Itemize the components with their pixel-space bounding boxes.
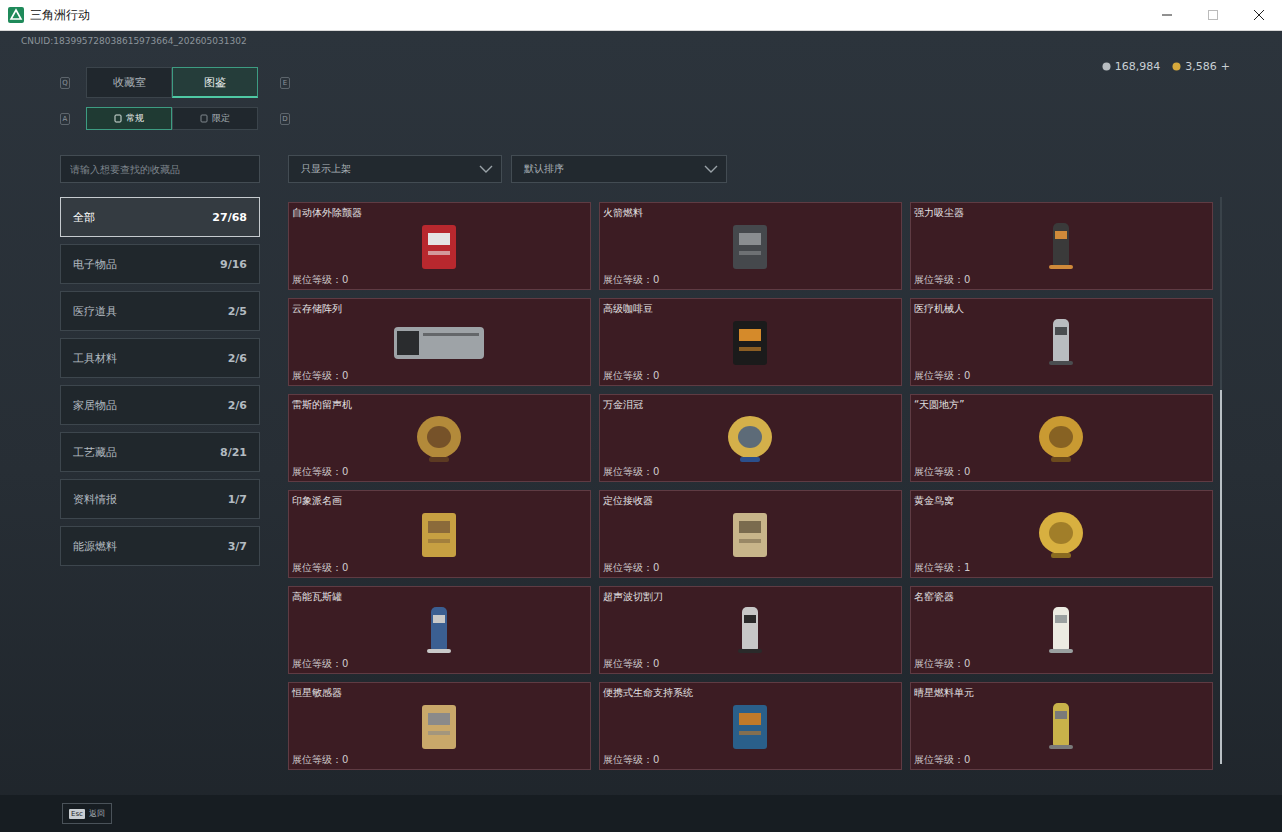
item-icon [1011, 315, 1111, 369]
game-screen: CNUID:183995728038615973664_202605031302… [0, 31, 1282, 832]
sidebar-item[interactable]: 工具材料2/6 [60, 338, 260, 378]
item-icon [700, 699, 800, 753]
collection-card[interactable]: “天圆地方”展位等级：0 [910, 394, 1213, 482]
collection-card[interactable]: 雷斯的留声机展位等级：0 [288, 394, 591, 482]
sub-tab[interactable]: 常规 [86, 107, 172, 130]
item-icon [389, 603, 489, 657]
close-button[interactable] [1236, 0, 1282, 30]
item-icon [700, 411, 800, 465]
filter-dropdown[interactable]: 只显示上架 [288, 155, 502, 183]
currency: 168,984 [1102, 60, 1161, 73]
item-icon [1011, 603, 1111, 657]
collection-card[interactable]: 高级咖啡豆展位等级：0 [599, 298, 902, 386]
footer: Esc返回 [0, 795, 1282, 832]
item-icon [389, 411, 489, 465]
sub-tabs: A 常规限定 D [60, 107, 290, 130]
sidebar-item[interactable]: 全部27/68 [60, 197, 260, 237]
gold-coin-icon [1172, 62, 1181, 71]
collection-card[interactable]: 云存储阵列展位等级：0 [288, 298, 591, 386]
tab[interactable]: 收藏室 [86, 67, 172, 98]
item-icon [389, 699, 489, 753]
collection-card[interactable]: 万金泪冠展位等级：0 [599, 394, 902, 482]
sub-tab[interactable]: 限定 [172, 107, 258, 130]
item-icon [1011, 507, 1111, 561]
collection-card[interactable]: 超声波切割刀展位等级：0 [599, 586, 902, 674]
collection-card[interactable]: 晴星燃料单元展位等级：0 [910, 682, 1213, 770]
key-hint: E [280, 77, 290, 89]
collection-card[interactable]: 火箭燃料展位等级：0 [599, 202, 902, 290]
search-input[interactable] [60, 155, 260, 183]
nav-block: Q 收藏室图鉴 E A 常规限定 D [60, 67, 290, 130]
tab[interactable]: 图鉴 [172, 67, 258, 98]
sidebar-item[interactable]: 电子物品9/16 [60, 244, 260, 284]
scrollbar-thumb[interactable] [1220, 390, 1222, 764]
collection-card[interactable]: 定位接收器展位等级：0 [599, 490, 902, 578]
item-icon [700, 315, 800, 369]
collection-card[interactable]: 名窑瓷器展位等级：0 [910, 586, 1213, 674]
item-icon [389, 507, 489, 561]
sidebar-item[interactable]: 资料情报1/7 [60, 479, 260, 519]
item-icon [700, 603, 800, 657]
filter-row: 只显示上架默认排序 [288, 155, 1213, 183]
account-uid: CNUID:183995728038615973664_202605031302 [0, 31, 1282, 50]
chevron-down-icon [704, 164, 718, 174]
main-row: 全部27/68 电子物品9/16 医疗道具2/5 工具材料2/6 家居物品2/6 工艺藏品… [0, 155, 1282, 770]
key-hint: A [60, 113, 70, 125]
sidebar-item[interactable]: 医疗道具2/5 [60, 291, 260, 331]
collection-card[interactable]: 印象派名画展位等级：0 [288, 490, 591, 578]
chevron-down-icon [479, 164, 493, 174]
collection-card[interactable]: 便携式生命支持系统展位等级：0 [599, 682, 902, 770]
collection-card[interactable]: 高能瓦斯罐展位等级：0 [288, 586, 591, 674]
game-logo-icon [8, 7, 24, 23]
flag-icon [200, 114, 208, 123]
close-icon [1254, 10, 1264, 20]
title-bar: 三角洲行动 [0, 0, 1282, 31]
item-icon [700, 507, 800, 561]
sidebar: 全部27/68 电子物品9/16 医疗道具2/5 工具材料2/6 家居物品2/6 工艺藏品… [60, 155, 260, 566]
item-icon [1011, 699, 1111, 753]
currency-bar: 168,984 3,586+ [1102, 60, 1230, 73]
collection-card[interactable]: 医疗机械人展位等级：0 [910, 298, 1213, 386]
collection-card[interactable]: 黄金鸟窝展位等级：1 [910, 490, 1213, 578]
silver-coin-icon [1102, 62, 1111, 71]
window-title: 三角洲行动 [30, 7, 1144, 24]
collection-card[interactable]: 自动体外除颤器展位等级：0 [288, 202, 591, 290]
hand-icon [114, 114, 122, 123]
collection-card[interactable]: 强力吸尘器展位等级：0 [910, 202, 1213, 290]
item-icon [389, 219, 489, 273]
item-icon [1011, 219, 1111, 273]
maximize-icon [1208, 10, 1218, 20]
key-hint: D [280, 113, 290, 125]
minimize-icon [1162, 10, 1172, 20]
item-icon [1011, 411, 1111, 465]
minimize-button[interactable] [1144, 0, 1190, 30]
collection-card[interactable]: 恒星敏感器展位等级：0 [288, 682, 591, 770]
sidebar-item[interactable]: 能源燃料3/7 [60, 526, 260, 566]
maximize-button[interactable] [1190, 0, 1236, 30]
key-hint: Q [60, 77, 70, 89]
item-icon [700, 219, 800, 273]
sidebar-item[interactable]: 家居物品2/6 [60, 385, 260, 425]
header-row: Q收藏室图鉴EA常规限定D168,9843,586+ [0, 67, 1282, 130]
filter-dropdown[interactable]: 默认排序 [511, 155, 727, 183]
scrollbar[interactable] [1220, 197, 1222, 764]
collection-grid: 自动体外除颤器展位等级：0火箭燃料展位等级：0强力吸尘器展位等级：0 云存储阵列展… [288, 202, 1213, 770]
main-tabs: Q 收藏室图鉴 E [60, 67, 290, 98]
collection-panel: 只显示上架默认排序自动体外除颤器展位等级：0火箭燃料展位等级：0强力吸尘器展位等… [288, 155, 1213, 770]
back-button[interactable]: Esc返回 [62, 803, 112, 824]
app-window: 三角洲行动 CNUID:183995728038615973664_2026050… [0, 0, 1282, 832]
item-icon [389, 315, 489, 369]
currency[interactable]: 3,586+ [1172, 60, 1230, 73]
sidebar-item[interactable]: 工艺藏品8/21 [60, 432, 260, 472]
